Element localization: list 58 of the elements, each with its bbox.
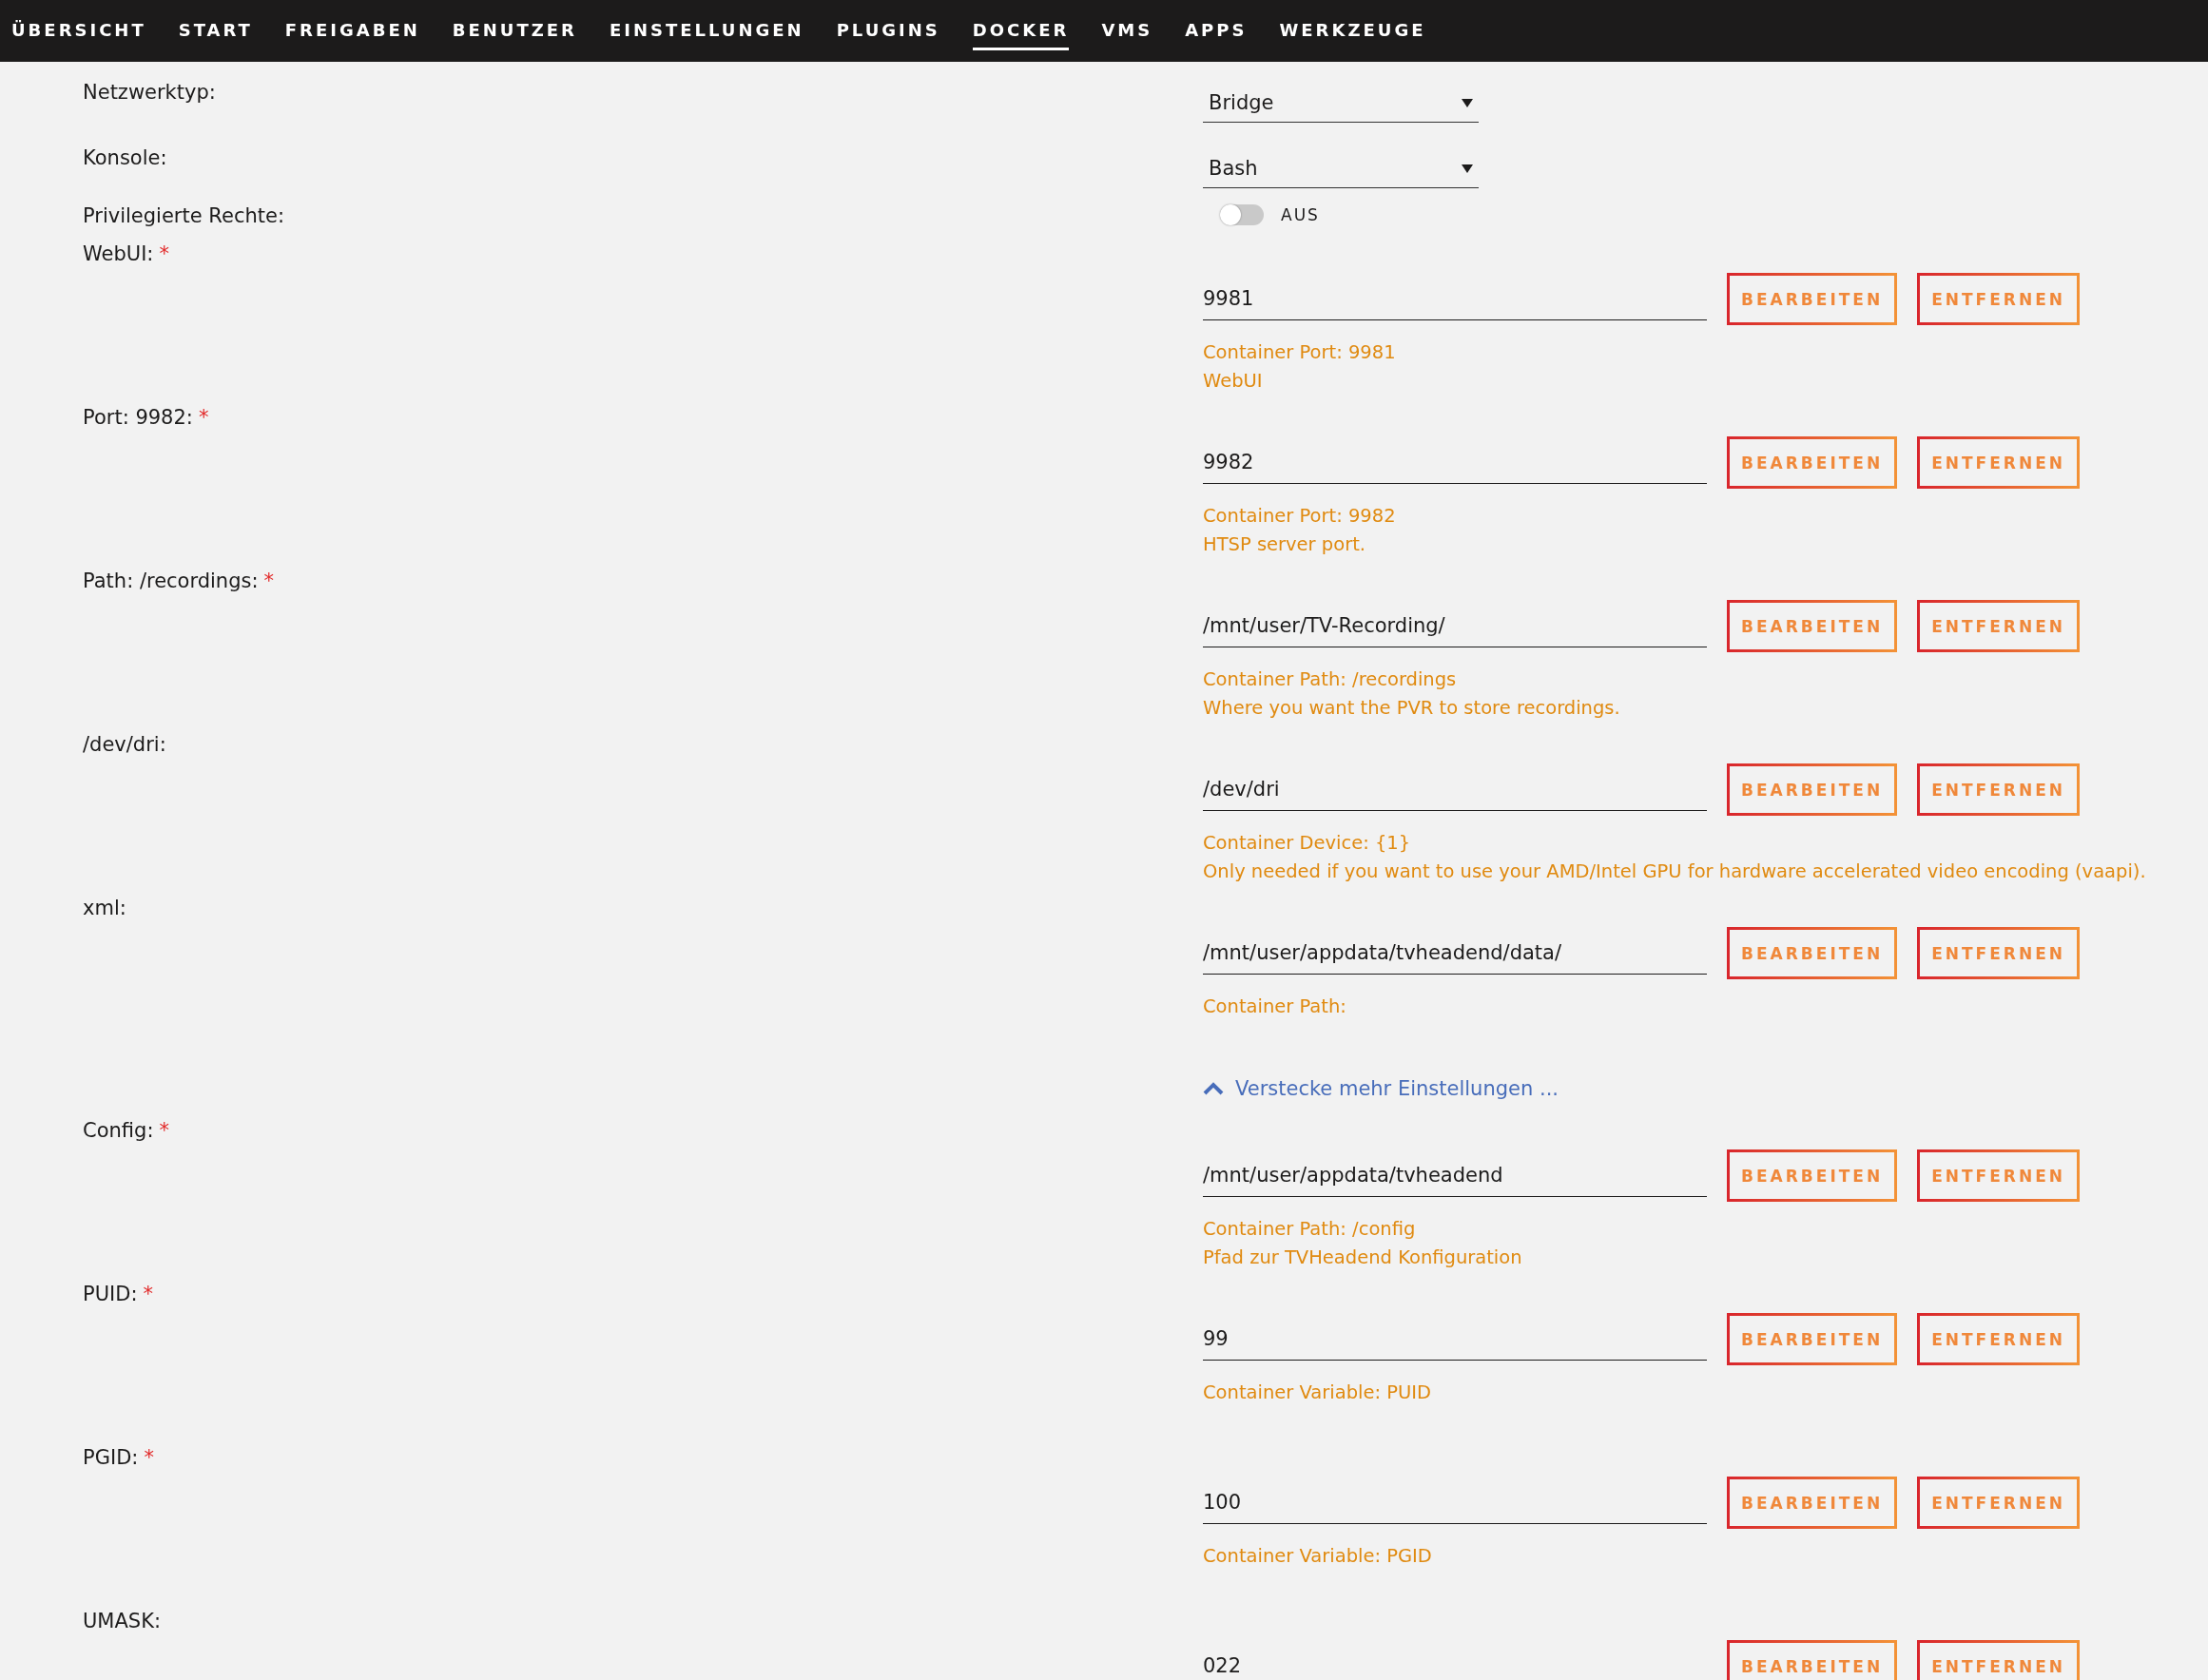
input-field[interactable]: 99 (1203, 1318, 1707, 1361)
field-description: HTSP server port. (1203, 532, 1366, 557)
input-field[interactable]: /mnt/user/appdata/tvheadend (1203, 1154, 1707, 1197)
field-description: Container Path: /config (1203, 1217, 1417, 1242)
field-label: UMASK: (83, 1610, 162, 1632)
field-label: PUID: (83, 1283, 138, 1305)
nav-tab[interactable]: APPS (1185, 11, 1248, 50)
field-description: Where you want the PVR to store recordings. (1203, 696, 1621, 721)
field-label: Privilegierte Rechte: (83, 204, 285, 227)
field-description: Pfad zur TVHeadend Konfiguration (1203, 1246, 1523, 1270)
caret-icon (1462, 96, 1473, 108)
nav-tab[interactable]: WERKZEUGE (1279, 11, 1426, 50)
field-label: Config: (83, 1119, 154, 1142)
nav-tab[interactable]: DOCKER (972, 11, 1070, 50)
field-description: Container Variable: PUID (1203, 1381, 1432, 1405)
field-description: Only needed if you want to use your AMD/Intel GPU for hardware accelerated video encoding (vaapi). (1203, 859, 2147, 884)
required-mark: * (159, 1119, 169, 1142)
field-label: WebUI: (83, 242, 154, 265)
nav-tab[interactable]: BENUTZER (452, 11, 577, 50)
input-field[interactable]: /mnt/user/appdata/tvheadend/data/ (1203, 932, 1707, 975)
field-label: Path: /recordings: (83, 570, 259, 592)
required-mark: * (198, 406, 209, 429)
caret-icon (1462, 162, 1473, 174)
input-field[interactable]: 022 (1203, 1645, 1707, 1680)
chevron-up-icon (1203, 1082, 1224, 1095)
field-description: Container Path: (1203, 994, 1347, 1019)
input-field[interactable]: /dev/dri (1203, 768, 1707, 811)
field-label: Konsole: (83, 146, 168, 169)
required-mark: * (159, 242, 169, 265)
required-mark: * (143, 1283, 153, 1305)
input-field[interactable]: 9982 (1203, 441, 1707, 484)
nav-tab[interactable]: VMS (1101, 11, 1153, 50)
input-field[interactable]: 100 (1203, 1481, 1707, 1524)
field-label: Port: 9982: (83, 406, 193, 429)
field-description: Container Path: /recordings (1203, 667, 1458, 692)
field-label: xml: (83, 897, 126, 919)
field-description: Container Device: {1} (1203, 831, 1412, 856)
nav-tab[interactable]: FREIGABEN (284, 11, 420, 50)
dropdown[interactable]: Bridge (1203, 83, 1479, 123)
input-field[interactable]: /mnt/user/TV-Recording/ (1203, 605, 1707, 647)
toggle-state: AUS (1281, 205, 1320, 224)
field-description: Container Variable: PGID (1203, 1544, 1433, 1569)
nav-tab[interactable]: PLUGINS (836, 11, 940, 50)
dropdown[interactable]: Bash (1203, 148, 1479, 188)
toggle-settings-link[interactable]: Verstecke mehr Einstellungen ... (1203, 1077, 1559, 1100)
field-label: Netzwerktyp: (83, 81, 217, 104)
nav-tab[interactable]: ÜBERSICHT (11, 11, 146, 50)
field-label: /dev/dri: (83, 733, 166, 756)
field-description: Container Port: 9981 (1203, 340, 1397, 365)
nav-tab[interactable]: EINSTELLUNGEN (609, 11, 804, 50)
nav-tab[interactable]: START (178, 11, 253, 50)
required-mark: * (144, 1446, 154, 1469)
field-description: Container Port: 9982 (1203, 504, 1397, 529)
field-label: PGID: (83, 1446, 139, 1469)
required-mark: * (263, 570, 275, 592)
input-field[interactable]: 9981 (1203, 278, 1707, 320)
field-description: WebUI (1203, 369, 1264, 394)
toggle-switch[interactable] (1220, 204, 1264, 225)
